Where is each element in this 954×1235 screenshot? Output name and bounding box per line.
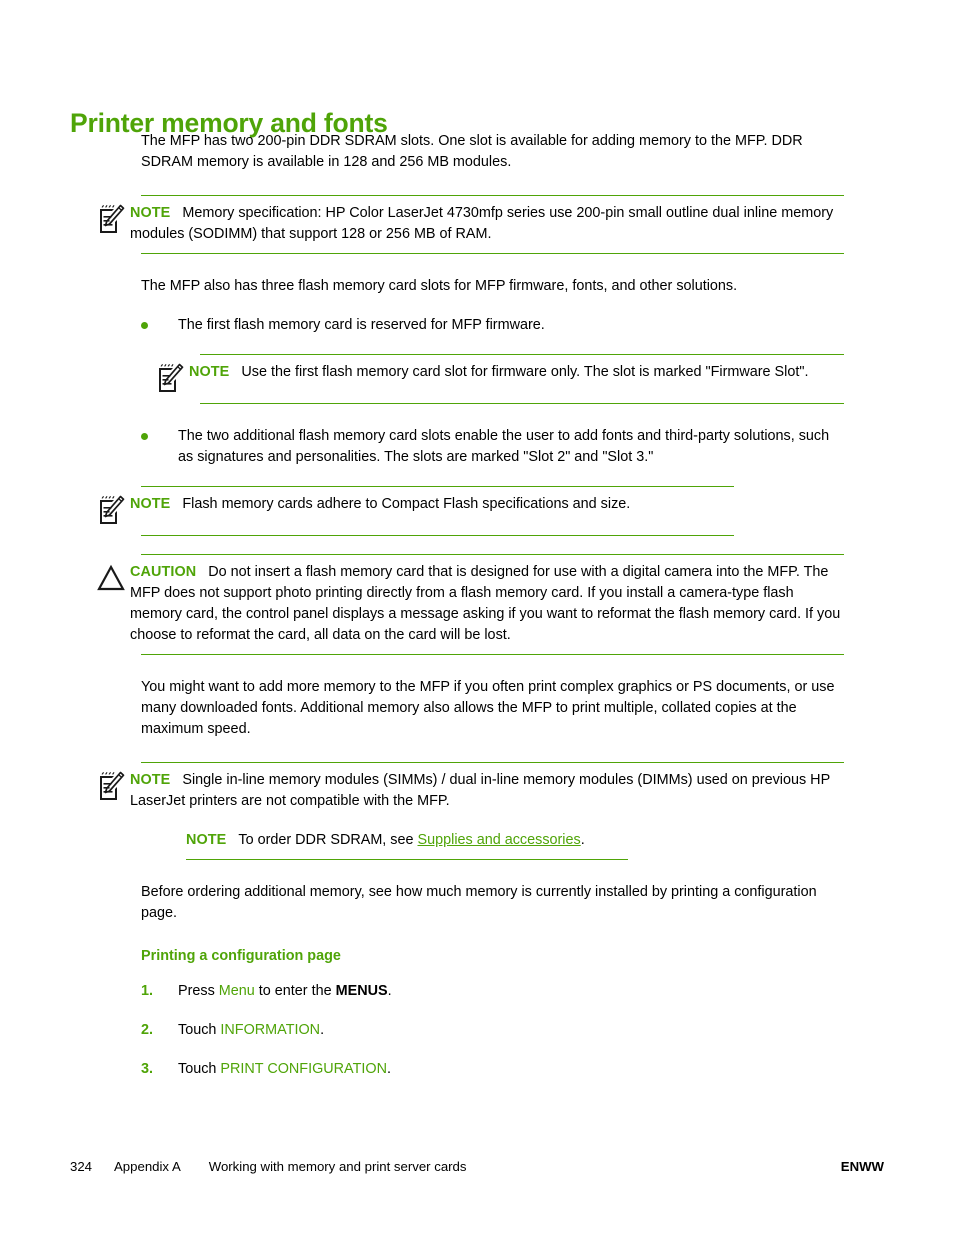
paragraph-before-ordering: Before ordering additional memory, see h… bbox=[141, 884, 817, 921]
note-block-memory-specification: NOTE Memory specification: HP Color Laser… bbox=[100, 195, 844, 254]
sub-heading-printing-configuration-page: Printing a configuration page bbox=[141, 948, 341, 964]
caution-label: CAUTION bbox=[130, 564, 197, 580]
note-text: Single in-line memory modules (SIMMs) / … bbox=[130, 772, 830, 809]
rule-bottom bbox=[141, 535, 734, 536]
page-footer: 324 Appendix A Working with memory and p… bbox=[70, 1159, 884, 1174]
note-body: NOTE Memory specification: HP Color Laser… bbox=[130, 203, 844, 245]
paragraph-add-memory: You might want to add more memory to the… bbox=[141, 679, 835, 737]
note-text-before: To order DDR SDRAM, see bbox=[238, 832, 418, 848]
step-item-2: 2. Touch INFORMATION. bbox=[141, 1020, 844, 1041]
note-text: Memory specification: HP Color LaserJet … bbox=[130, 205, 834, 242]
paragraph-flash-slots: The MFP also has three flash memory card… bbox=[141, 278, 738, 294]
note-pencil-icon bbox=[96, 771, 130, 803]
step-text-middle: to enter the bbox=[254, 983, 336, 999]
note-label: NOTE bbox=[130, 205, 171, 221]
list-item: The two additional flash memory card slo… bbox=[141, 426, 844, 468]
note-body: NOTE To order DDR SDRAM, see Supplies and… bbox=[186, 830, 628, 851]
caution-text: Do not insert a flash memory card that i… bbox=[130, 564, 841, 643]
warning-triangle-icon bbox=[96, 563, 130, 593]
note-body: NOTE Use the first flash memory card slot… bbox=[189, 362, 844, 383]
note-label: NOTE bbox=[186, 832, 227, 848]
page-content: The MFP has two 200-pin DDR SDRAM slots.… bbox=[97, 131, 844, 1080]
footer-page-number: 324 bbox=[70, 1159, 93, 1174]
list-item: The first flash memory card is reserved … bbox=[141, 315, 844, 336]
note-body: NOTE Single in-line memory modules (SIMMs… bbox=[130, 770, 844, 812]
caution-block-flash-card: CAUTION Do not insert a flash memory card… bbox=[97, 554, 844, 655]
ui-term-menus: MENUS bbox=[335, 983, 388, 999]
note-block-order-ddr-sdram: NOTE To order DDR SDRAM, see Supplies and… bbox=[186, 830, 628, 860]
note-text: Use the first flash memory card slot for… bbox=[241, 364, 809, 380]
ui-term-menu: Menu bbox=[218, 983, 255, 999]
step-item-3: 3. Touch PRINT CONFIGURATION. bbox=[141, 1059, 844, 1080]
note-body: NOTE Flash memory cards adhere to Compact… bbox=[130, 494, 734, 515]
caution-body: CAUTION Do not insert a flash memory card… bbox=[130, 562, 844, 646]
rule-bottom bbox=[200, 403, 844, 404]
note-label: NOTE bbox=[130, 772, 171, 788]
step-number: 2. bbox=[141, 1022, 154, 1038]
bullet-dot-icon bbox=[141, 426, 178, 440]
step-text-before: Press bbox=[178, 983, 219, 999]
note-label: NOTE bbox=[189, 364, 230, 380]
step-number: 3. bbox=[141, 1061, 154, 1077]
step-number: 1. bbox=[141, 983, 154, 999]
step-text: Touch INFORMATION. bbox=[178, 1020, 844, 1041]
rule-bottom bbox=[141, 253, 844, 254]
step-text-before: Touch bbox=[178, 1022, 221, 1038]
step-item-1: 1. Press Menu to enter the MENUS. bbox=[141, 981, 844, 1002]
note-label: NOTE bbox=[130, 496, 171, 512]
footer-appendix-label: Appendix A bbox=[114, 1159, 181, 1174]
note-text: Flash memory cards adhere to Compact Fla… bbox=[182, 496, 631, 512]
footer-chapter-title: Working with memory and print server car… bbox=[208, 1159, 467, 1174]
intro-paragraph: The MFP has two 200-pin DDR SDRAM slots.… bbox=[141, 133, 803, 170]
step-text: Touch PRINT CONFIGURATION. bbox=[178, 1059, 844, 1080]
note-pencil-icon bbox=[96, 495, 130, 527]
step-text-after: . bbox=[387, 983, 392, 999]
note-block-firmware-slot: NOTE Use the first flash memory card slot… bbox=[159, 354, 844, 404]
ui-term-print-configuration: PRINT CONFIGURATION bbox=[220, 1061, 387, 1077]
note-pencil-icon bbox=[96, 204, 130, 236]
note-block-compact-flash: NOTE Flash memory cards adhere to Compact… bbox=[100, 486, 734, 536]
list-item-text: The first flash memory card is reserved … bbox=[178, 317, 545, 333]
note-pencil-icon bbox=[155, 363, 189, 395]
ui-term-information: INFORMATION bbox=[220, 1022, 321, 1038]
step-text-before: Touch bbox=[178, 1061, 221, 1077]
step-text-after: . bbox=[386, 1061, 391, 1077]
link-supplies-and-accessories[interactable]: Supplies and accessories bbox=[418, 832, 581, 848]
list-item-text: The two additional flash memory card slo… bbox=[178, 428, 830, 465]
note-block-simms-dimms: NOTE Single in-line memory modules (SIMMs… bbox=[100, 762, 844, 820]
footer-locale-code: ENWW bbox=[840, 1159, 884, 1174]
document-page: Printer memory and fonts The MFP has two… bbox=[0, 0, 954, 1235]
note-text-after: . bbox=[580, 832, 585, 848]
rule-bottom bbox=[141, 654, 844, 655]
rule-bottom bbox=[186, 859, 628, 860]
step-text: Press Menu to enter the MENUS. bbox=[178, 981, 844, 1002]
bullet-dot-icon bbox=[141, 315, 178, 329]
step-text-after: . bbox=[320, 1022, 325, 1038]
